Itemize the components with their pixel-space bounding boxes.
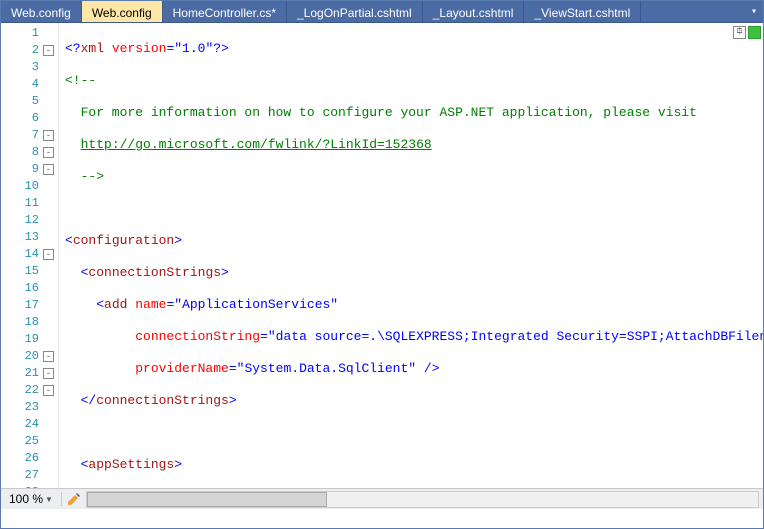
tab-layout[interactable]: _Layout.cshtml <box>423 1 525 22</box>
line-number: 17 <box>25 297 39 314</box>
line-number: 24 <box>25 416 39 433</box>
fold-toggle[interactable]: - <box>43 351 54 362</box>
fold-toggle[interactable]: - <box>43 385 54 396</box>
split-view-toggle[interactable]: ⯐ <box>733 26 746 39</box>
line-number: 11 <box>25 195 39 212</box>
line-number: 13 <box>25 229 39 246</box>
tab-overflow-menu[interactable]: ▾ <box>745 1 763 22</box>
line-number: 14 <box>25 246 39 263</box>
line-number: 6 <box>32 110 39 127</box>
line-number: 3 <box>32 59 39 76</box>
tab-logonpartial[interactable]: _LogOnPartial.cshtml <box>287 1 423 22</box>
line-number: 7 <box>32 127 39 144</box>
fold-toggle[interactable]: - <box>43 368 54 379</box>
line-number: 12 <box>25 212 39 229</box>
line-number: 16 <box>25 280 39 297</box>
line-number-gutter: 1 2- 3 4 5 6 7- 8- 9- 10 11 12 13 14- 15… <box>1 23 59 488</box>
chevron-down-icon: ▼ <box>45 495 53 504</box>
line-number: 8 <box>32 144 39 161</box>
line-number: 26 <box>25 450 39 467</box>
line-number: 19 <box>25 331 39 348</box>
line-number: 23 <box>25 399 39 416</box>
track-changes-indicator[interactable] <box>748 26 761 39</box>
code-area[interactable]: <?xml version="1.0"?> <!-- For more info… <box>59 23 763 488</box>
tab-webconfig-1[interactable]: Web.config <box>1 1 82 22</box>
fold-toggle[interactable]: - <box>43 164 54 175</box>
status-bar: 100 %▼ <box>1 488 763 509</box>
tab-homecontroller[interactable]: HomeController.cs* <box>163 1 287 22</box>
line-number: 9 <box>32 161 39 178</box>
zoom-level[interactable]: 100 %▼ <box>1 492 62 506</box>
tab-webconfig-2[interactable]: Web.config <box>82 1 163 22</box>
fold-toggle[interactable]: - <box>43 130 54 141</box>
line-number: 25 <box>25 433 39 450</box>
line-number: 27 <box>25 467 39 484</box>
line-number: 2 <box>32 42 39 59</box>
fold-toggle[interactable]: - <box>43 45 54 56</box>
doc-link[interactable]: http://go.microsoft.com/fwlink/?LinkId=1… <box>81 137 432 152</box>
line-number: 28 <box>25 484 39 488</box>
tab-viewstart[interactable]: _ViewStart.cshtml <box>524 1 641 22</box>
line-number: 15 <box>25 263 39 280</box>
line-number: 1 <box>32 25 39 42</box>
horizontal-scrollbar[interactable] <box>86 491 759 508</box>
pencil-icon <box>66 491 82 507</box>
line-number: 22 <box>25 382 39 399</box>
line-number: 5 <box>32 93 39 110</box>
line-number: 4 <box>32 76 39 93</box>
line-number: 18 <box>25 314 39 331</box>
line-number: 20 <box>25 348 39 365</box>
tab-bar: Web.config Web.config HomeController.cs*… <box>1 1 763 23</box>
fold-toggle[interactable]: - <box>43 147 54 158</box>
fold-toggle[interactable]: - <box>43 249 54 260</box>
line-number: 10 <box>25 178 39 195</box>
editor: 1 2- 3 4 5 6 7- 8- 9- 10 11 12 13 14- 15… <box>1 23 763 509</box>
line-number: 21 <box>25 365 39 382</box>
scrollbar-thumb[interactable] <box>87 492 327 507</box>
